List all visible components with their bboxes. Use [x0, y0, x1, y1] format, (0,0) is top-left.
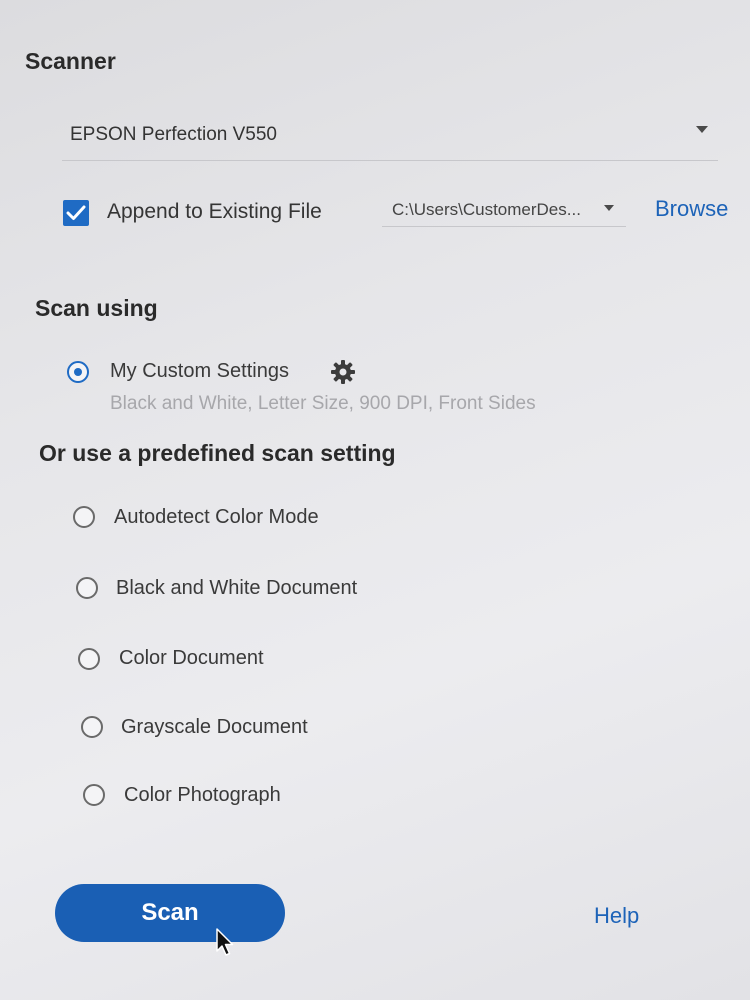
option-radio-autodetect[interactable]: [73, 506, 95, 528]
scan-button[interactable]: Scan: [55, 884, 285, 942]
gear-icon[interactable]: [330, 359, 356, 385]
option-radio-color-photograph[interactable]: [83, 784, 105, 806]
browse-link[interactable]: Browse: [655, 196, 728, 222]
scanner-heading: Scanner: [25, 48, 116, 74]
scanner-dropdown[interactable]: EPSON Perfection V550: [62, 112, 718, 161]
option-radio-black-white[interactable]: [76, 577, 98, 599]
append-label[interactable]: Append to Existing File: [107, 200, 322, 224]
option-label-black-white[interactable]: Black and White Document: [116, 577, 357, 600]
chevron-down-icon: [696, 126, 708, 133]
file-path-value: C:\Users\CustomerDes...: [392, 200, 581, 219]
mouse-pointer-icon: [216, 928, 236, 958]
option-label-grayscale[interactable]: Grayscale Document: [121, 716, 308, 739]
option-label-color-photograph[interactable]: Color Photograph: [124, 784, 281, 807]
custom-settings-label[interactable]: My Custom Settings: [110, 360, 289, 383]
append-checkbox[interactable]: [63, 200, 89, 226]
option-radio-color-document[interactable]: [78, 648, 100, 670]
option-label-autodetect[interactable]: Autodetect Color Mode: [114, 506, 319, 529]
checkmark-icon: [66, 205, 86, 220]
option-radio-grayscale[interactable]: [81, 716, 103, 738]
chevron-down-icon: [604, 205, 614, 211]
scanner-dropdown-value: EPSON Perfection V550: [70, 124, 277, 145]
predefined-heading: Or use a predefined scan setting: [39, 440, 396, 466]
option-label-color-document[interactable]: Color Document: [119, 647, 264, 670]
custom-settings-description: Black and White, Letter Size, 900 DPI, F…: [110, 393, 536, 414]
custom-settings-radio[interactable]: [67, 361, 89, 383]
file-path-dropdown[interactable]: C:\Users\CustomerDes...: [382, 190, 626, 227]
help-link[interactable]: Help: [594, 903, 639, 929]
scan-using-heading: Scan using: [35, 295, 158, 321]
